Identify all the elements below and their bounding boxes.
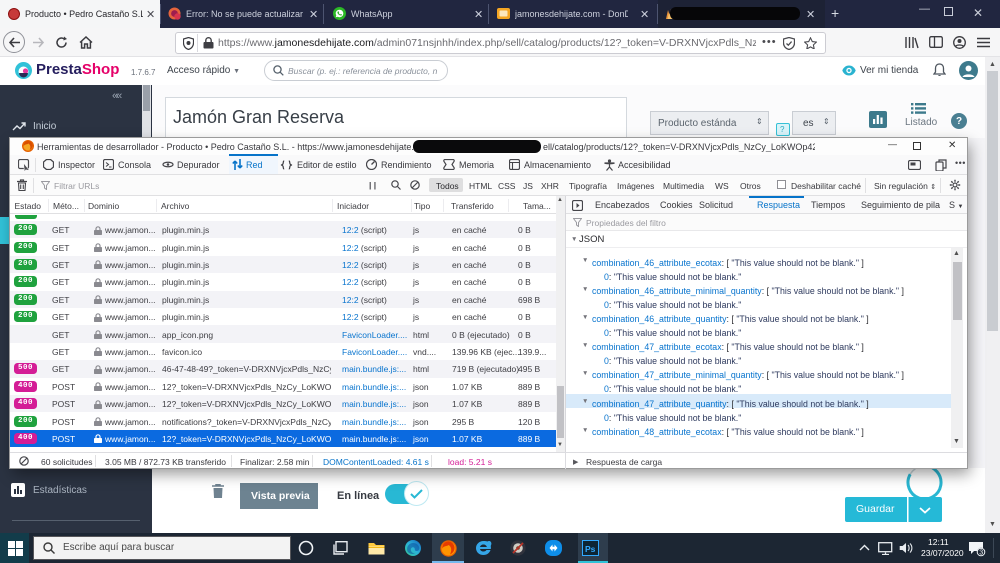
svg-text:3: 3 <box>979 550 983 557</box>
